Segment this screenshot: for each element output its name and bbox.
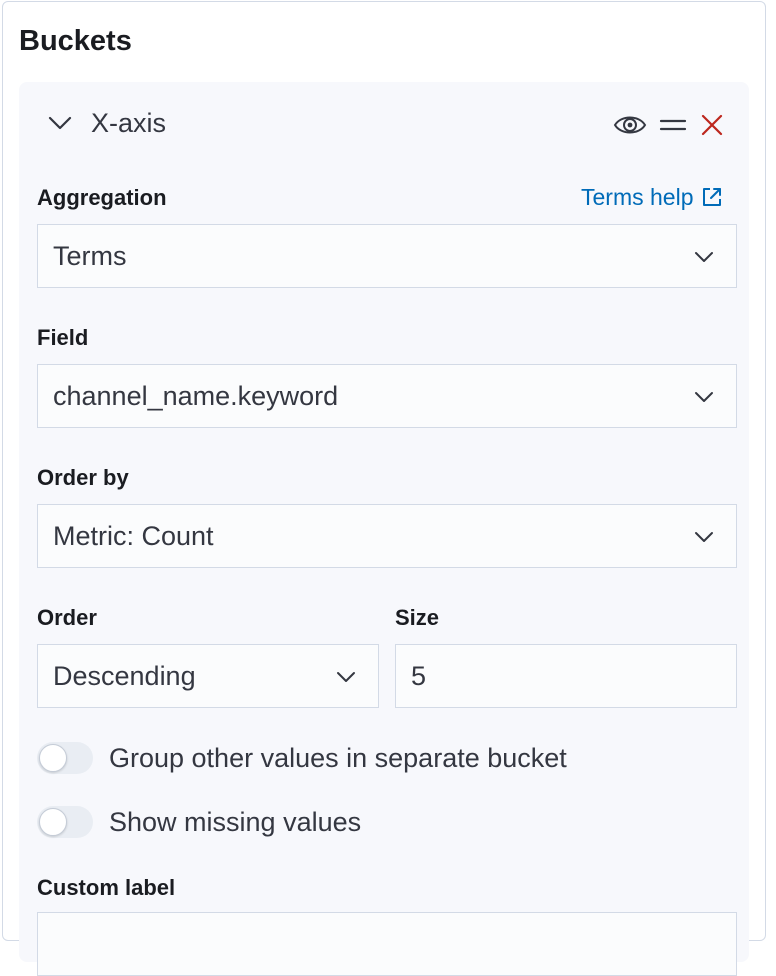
terms-help-text[interactable]: Terms help: [581, 182, 693, 212]
chevron-down-icon: [695, 532, 713, 542]
field-value: channel_name.keyword: [53, 380, 339, 411]
eye-icon[interactable]: [613, 108, 647, 142]
chevron-down-icon: [695, 392, 713, 402]
order-by-value: Metric: Count: [53, 520, 214, 551]
chevron-down-icon[interactable]: [47, 112, 73, 134]
order-by-select[interactable]: Metric: Count: [37, 504, 737, 568]
size-label: Size: [395, 605, 440, 630]
group-other-bucket-switch[interactable]: [37, 742, 93, 774]
panel-title: Buckets: [19, 25, 132, 57]
switch-knob: [39, 744, 67, 772]
aggregation-value: Terms: [53, 240, 127, 271]
show-missing-values-switch[interactable]: [37, 806, 93, 838]
size-value: 5: [411, 660, 427, 691]
size-input[interactable]: 5: [395, 644, 737, 708]
chevron-down-icon: [695, 252, 713, 262]
field-label: Field: [37, 325, 89, 350]
custom-label-input[interactable]: [37, 912, 737, 976]
drag-handle-icon[interactable]: [656, 108, 690, 142]
buckets-panel: Buckets X-axis Aggregation Terms help Te…: [2, 1, 766, 976]
show-missing-values-label[interactable]: Show missing values: [109, 806, 361, 838]
switch-knob: [39, 808, 67, 836]
bucket-x-axis: X-axis Aggregation Terms help Terms Fiel…: [19, 82, 749, 976]
close-icon[interactable]: [695, 108, 729, 142]
order-label: Order: [37, 605, 97, 630]
group-other-bucket-label[interactable]: Group other values in separate bucket: [109, 742, 567, 774]
order-value: Descending: [53, 660, 196, 691]
order-select[interactable]: Descending: [37, 644, 379, 708]
chevron-down-icon: [337, 672, 355, 682]
aggregation-select[interactable]: Terms: [37, 224, 737, 288]
field-select[interactable]: channel_name.keyword: [37, 364, 737, 428]
bucket-title[interactable]: X-axis: [91, 107, 166, 139]
custom-label-label: Custom label: [37, 875, 176, 900]
bucket-header: X-axis: [19, 102, 749, 146]
order-by-label: Order by: [37, 465, 129, 490]
aggregation-label: Aggregation: [37, 185, 167, 210]
external-link-icon: [703, 188, 722, 206]
terms-help-link[interactable]: Terms help: [581, 182, 723, 212]
